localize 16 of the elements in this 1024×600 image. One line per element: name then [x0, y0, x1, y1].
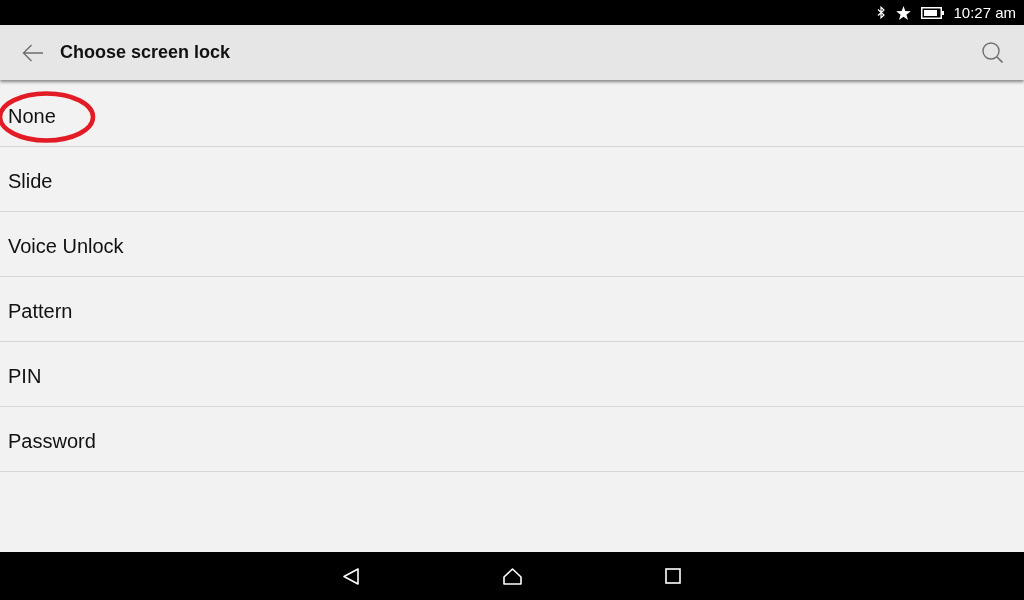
back-arrow-icon — [22, 43, 44, 62]
battery-icon — [921, 6, 945, 19]
search-icon — [981, 42, 1003, 63]
lock-option[interactable]: Password — [0, 407, 1024, 472]
star-icon — [896, 5, 912, 20]
lock-option[interactable]: None — [0, 82, 1024, 147]
square-recents-icon — [665, 568, 681, 584]
lock-option[interactable]: Voice Unlock — [0, 212, 1024, 277]
triangle-back-icon — [343, 567, 359, 585]
bluetooth-icon — [877, 6, 886, 19]
lock-option[interactable]: Pattern — [0, 277, 1024, 342]
screen-title: Choose screen lock — [60, 42, 231, 63]
home-icon — [502, 567, 522, 585]
lock-option[interactable]: Slide — [0, 147, 1024, 212]
lock-option[interactable]: PIN — [0, 342, 1024, 407]
clock-time: 10:27 am — [953, 4, 1016, 21]
